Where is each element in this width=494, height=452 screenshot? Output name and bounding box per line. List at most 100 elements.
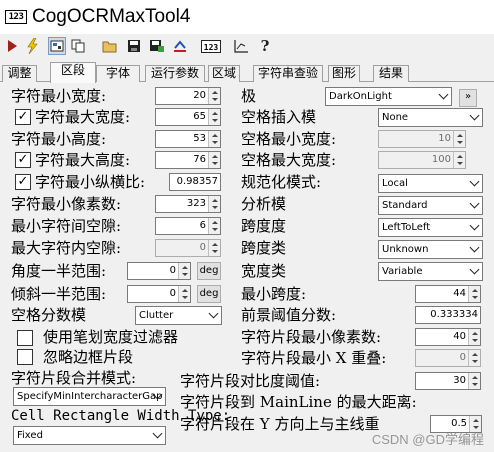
spinner-arrows-icon[interactable] (453, 131, 465, 147)
cell-rect-select[interactable]: Fixed (13, 426, 166, 445)
graph-icon[interactable] (232, 37, 250, 55)
run-icon[interactable] (3, 37, 21, 55)
tab-string-check[interactable]: 字符串查验 (253, 65, 323, 82)
space-insert-value: None (382, 112, 409, 123)
title-bar: 123 CogOCRMaxTool4 (0, 0, 494, 34)
min-span-input[interactable]: 44 (415, 285, 481, 303)
skew-half-range-input[interactable]: 0 (127, 285, 191, 303)
tab-font[interactable]: 字体 (96, 65, 140, 82)
chevron-down-icon (466, 197, 482, 214)
save-icon[interactable] (125, 37, 143, 55)
analysis-mode-label: 分析模 (241, 195, 287, 213)
chevron-down-icon (435, 88, 451, 105)
max-char-height-checkbox[interactable]: ✓ (15, 152, 31, 168)
space-max-width-label: 空格最大宽度: (241, 151, 337, 169)
chevron-down-icon (466, 175, 482, 192)
span-type-select[interactable]: Unknown (378, 240, 483, 259)
frag-min-x-overlap-input[interactable]: 0 (415, 349, 481, 367)
polarity-value: DarkOnLight (329, 91, 392, 102)
spinner-arrows-icon[interactable] (468, 286, 480, 302)
tab-graphics[interactable]: 图形 (328, 65, 360, 82)
analysis-mode-value: Standard (382, 200, 428, 211)
reset-icon[interactable]: 123 (200, 37, 222, 55)
watermark: CSDN @GD学编程 (371, 432, 484, 447)
space-insert-select[interactable]: None (378, 108, 483, 127)
ignore-border-label: 忽略边框片段 (43, 348, 134, 366)
space-max-width-input[interactable]: 100 (378, 151, 466, 169)
spinner-arrows-icon[interactable] (178, 263, 190, 279)
tab-segment[interactable]: 区段 (50, 62, 96, 83)
span-type-value: Unknown (382, 244, 429, 255)
chevron-down-icon (466, 241, 482, 258)
polarity-select[interactable]: DarkOnLight (325, 87, 452, 106)
spinner-arrows-icon[interactable] (208, 131, 220, 147)
spinner-arrows-icon[interactable] (468, 329, 480, 345)
image-icon[interactable] (48, 37, 66, 55)
angle-deg-button[interactable]: deg (197, 262, 221, 280)
spacing-mode-select[interactable]: Clutter (135, 306, 222, 325)
spinner-arrows-icon[interactable] (208, 196, 220, 212)
max-char-height-input[interactable]: 76 (155, 151, 221, 169)
space-min-width-label: 空格最小宽度: (241, 130, 337, 148)
angle-half-range-input[interactable]: 0 (127, 262, 191, 280)
spinner-arrows-icon[interactable] (468, 373, 480, 389)
merge-mode-value: SpecifyMinIntercharacterGap (17, 391, 163, 402)
tab-adjust[interactable]: 调整 (2, 65, 37, 82)
merge-mode-select[interactable]: SpecifyMinIntercharacterGap (13, 387, 166, 406)
save-as-icon[interactable] (148, 37, 166, 55)
copy-icon[interactable] (69, 37, 87, 55)
normalize-mode-value: Local (382, 178, 408, 189)
electric-run-icon[interactable] (23, 37, 41, 55)
load-icon[interactable] (171, 37, 189, 55)
spinner-arrows-icon[interactable] (208, 152, 220, 168)
help-icon[interactable]: ? (256, 37, 274, 55)
space-insert-label: 空格插入模 (241, 108, 317, 126)
skew-deg-button[interactable]: deg (197, 285, 221, 303)
min-pixels-input[interactable]: 323 (155, 195, 221, 213)
width-type-label: 宽度类 (241, 262, 287, 280)
width-type-select[interactable]: Variable (378, 262, 483, 281)
min-char-gap-input[interactable]: 6 (155, 217, 221, 235)
space-min-width-input[interactable]: 10 (378, 130, 466, 148)
spinner-arrows-icon[interactable] (178, 286, 190, 302)
tab-bar: 调整 区段 字体 运行参数 区域 字符串查验 图形 结果 (0, 62, 494, 83)
max-intra-gap-input[interactable]: 0 (155, 239, 221, 257)
spinner-arrows-icon[interactable] (453, 152, 465, 168)
frag-y-overlap-label: 字符片段在 Y 方向上与主线重 (180, 415, 380, 433)
tab-results[interactable]: 结果 (373, 65, 409, 82)
frag-contrast-input[interactable]: 30 (415, 372, 481, 390)
spinner-arrows-icon[interactable] (208, 218, 220, 234)
chevron-down-icon (149, 427, 165, 444)
stroke-filter-checkbox[interactable] (17, 330, 33, 346)
span-select[interactable]: LeftToLeft (378, 218, 483, 237)
tab-run-params[interactable]: 运行参数 (145, 65, 205, 82)
open-icon[interactable] (101, 37, 119, 55)
spinner-arrows-icon[interactable] (208, 240, 220, 256)
min-char-height-input[interactable]: 53 (155, 130, 221, 148)
max-char-width-input[interactable]: 65 (155, 108, 221, 126)
spacing-mode-label: 空格分数模 (11, 306, 87, 324)
frag-min-x-overlap-label: 字符片段最小 X 重叠: (241, 349, 387, 367)
tab-region[interactable]: 区域 (208, 65, 240, 82)
merge-mode-label: 字符片段合并模式: (11, 369, 137, 387)
cell-rect-value: Fixed (17, 430, 43, 441)
frag-min-pixels-label: 字符片段最小像素数: (241, 328, 382, 346)
frag-min-pixels-input[interactable]: 40 (415, 328, 481, 346)
spinner-arrows-icon[interactable] (208, 109, 220, 125)
spinner-arrows-icon[interactable] (208, 88, 220, 104)
min-aspect-checkbox[interactable]: ✓ (15, 174, 31, 190)
chevron-down-icon (466, 219, 482, 236)
ocr-tool-window: 123 CogOCRMaxTool4 123 ? 调整 区段 字体 运行参数 区… (0, 0, 494, 452)
min-char-width-input[interactable]: 20 (155, 87, 221, 105)
collapse-button[interactable]: » (459, 89, 477, 107)
normalize-mode-select[interactable]: Local (378, 174, 483, 193)
fg-threshold-input[interactable]: 0.333334 (415, 306, 481, 324)
min-aspect-input[interactable]: 0.98357 (169, 173, 221, 191)
min-char-height-label: 字符最小高度: (11, 130, 107, 148)
ignore-border-checkbox[interactable] (17, 349, 33, 365)
analysis-mode-select[interactable]: Standard (378, 196, 483, 215)
spinner-arrows-icon[interactable] (468, 350, 480, 366)
window-title: CogOCRMaxTool4 (32, 6, 191, 27)
max-char-width-checkbox[interactable]: ✓ (15, 109, 31, 125)
width-type-value: Variable (382, 266, 423, 277)
